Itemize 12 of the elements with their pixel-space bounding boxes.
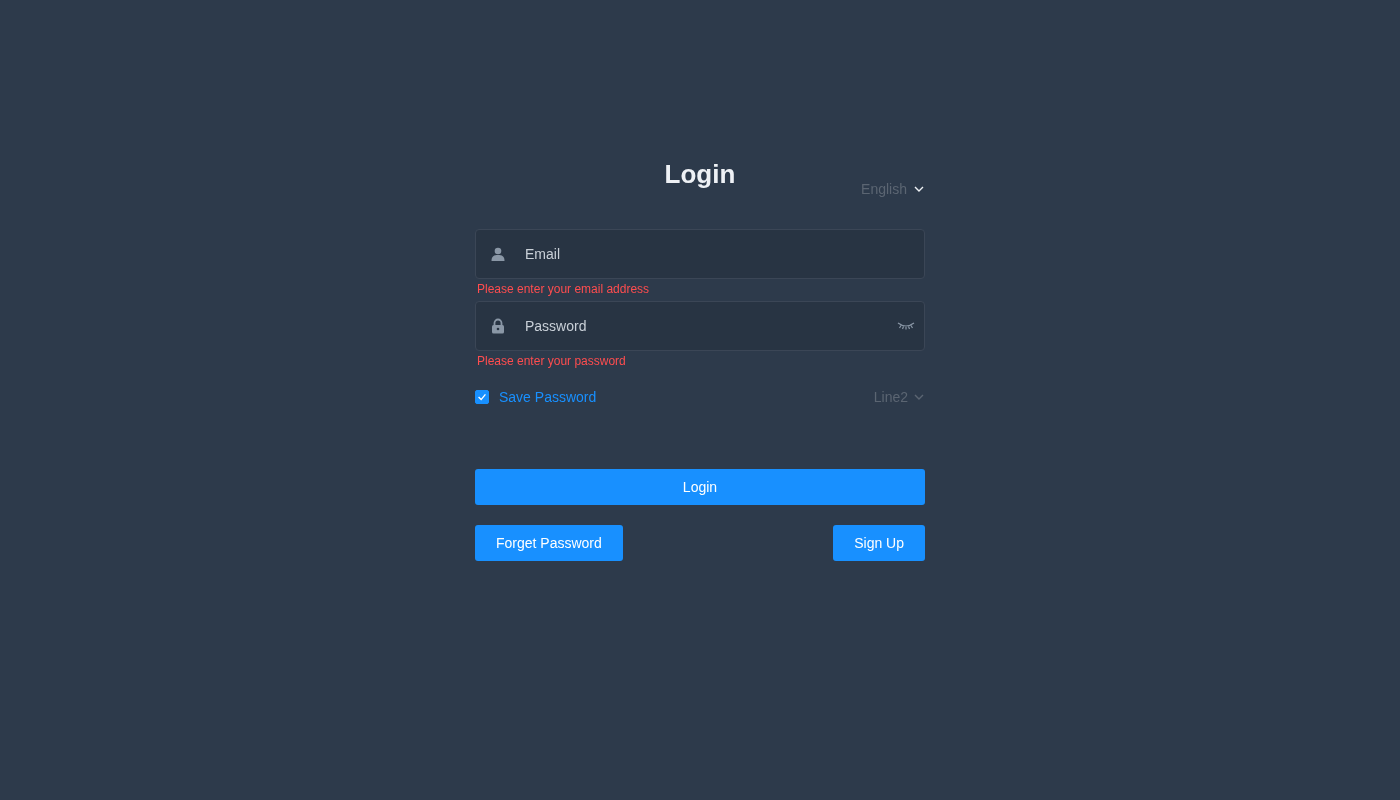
checkmark-icon (476, 391, 488, 403)
password-field[interactable]: Password (475, 301, 925, 351)
forget-password-button[interactable]: Forget Password (475, 525, 623, 561)
login-title: Login (663, 158, 737, 191)
checkbox[interactable] (475, 390, 489, 404)
closed-eye-icon[interactable] (897, 321, 915, 331)
error-message: Please enter your email address (476, 281, 651, 298)
email-field[interactable]: Email (475, 229, 925, 279)
checkbox-label[interactable]: Save Password (499, 389, 597, 405)
error-message: Please enter your password (476, 353, 627, 370)
sign-up-button[interactable]: Sign Up (833, 525, 925, 561)
login-button[interactable]: Login (475, 469, 925, 505)
